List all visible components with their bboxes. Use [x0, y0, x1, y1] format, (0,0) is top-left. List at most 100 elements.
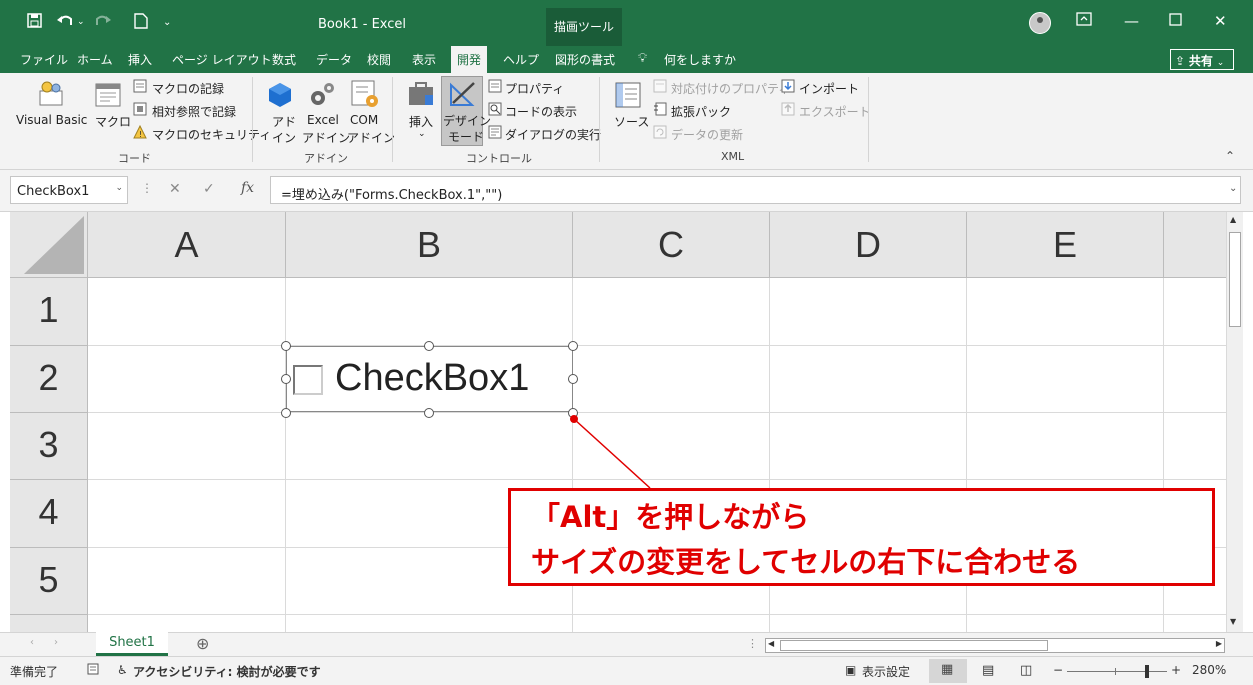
- row-header-5[interactable]: 5: [10, 548, 88, 615]
- new-file-icon[interactable]: [134, 13, 148, 33]
- expansion-packs-button[interactable]: 拡張パック: [671, 103, 731, 120]
- tab-review[interactable]: 校閲: [367, 46, 391, 73]
- insert-control-icon[interactable]: [407, 81, 435, 109]
- undo-dropdown-icon[interactable]: ⌄: [77, 17, 85, 27]
- vertical-scroll-thumb[interactable]: [1229, 232, 1241, 327]
- accessibility-status[interactable]: アクセシビリティ: 検討が必要です: [133, 663, 321, 680]
- tab-developer[interactable]: 開発: [451, 46, 488, 73]
- resize-handle-left[interactable]: [281, 374, 291, 384]
- row-header-1[interactable]: 1: [10, 278, 88, 346]
- tab-home[interactable]: ホーム: [77, 46, 113, 73]
- insert-control-button[interactable]: 挿入: [409, 113, 433, 130]
- tell-me-search[interactable]: 何をしますか: [664, 46, 736, 73]
- macro-record-icon[interactable]: [87, 663, 99, 678]
- scroll-up-icon[interactable]: ▲: [1230, 215, 1236, 224]
- cancel-icon[interactable]: ✕: [169, 181, 181, 197]
- import-button[interactable]: インポート: [799, 80, 859, 97]
- zoom-out-icon[interactable]: −: [1053, 663, 1063, 677]
- maximize-icon[interactable]: [1169, 12, 1182, 30]
- record-macro-button[interactable]: マクロの記録: [152, 80, 224, 97]
- sheet-tab-sheet1[interactable]: Sheet1: [96, 632, 168, 656]
- row-header-6[interactable]: [10, 615, 88, 632]
- zoom-slider-thumb[interactable]: [1145, 665, 1149, 678]
- row-header-2[interactable]: 2: [10, 346, 88, 413]
- zoom-level[interactable]: 280%: [1192, 663, 1226, 677]
- page-layout-view-icon[interactable]: ▤: [982, 663, 994, 678]
- account-icon[interactable]: [1029, 12, 1051, 34]
- vertical-scrollbar[interactable]: ▲ ▼: [1226, 212, 1243, 632]
- resize-handle-bottom-right[interactable]: [568, 408, 578, 418]
- scroll-down-icon[interactable]: ▼: [1230, 617, 1236, 626]
- tab-insert[interactable]: 挿入: [128, 46, 152, 73]
- expand-formula-bar-icon[interactable]: ⌄: [1229, 183, 1237, 194]
- select-all-button[interactable]: [10, 212, 88, 278]
- zoom-slider[interactable]: [1067, 665, 1167, 678]
- run-dialog-button[interactable]: ダイアログの実行: [505, 126, 601, 143]
- display-settings-button[interactable]: 表示設定: [862, 663, 910, 680]
- xml-source-icon[interactable]: [614, 81, 642, 109]
- map-properties-button[interactable]: 対応付けのプロパティ: [671, 80, 790, 97]
- add-sheet-icon[interactable]: ⊕: [196, 634, 209, 653]
- resize-handle-top[interactable]: [424, 341, 434, 351]
- page-break-view-icon[interactable]: ◫: [1020, 663, 1032, 678]
- zoom-in-icon[interactable]: +: [1171, 663, 1181, 677]
- prev-sheet-icon[interactable]: ‹: [30, 637, 34, 648]
- normal-view-button[interactable]: ▦: [929, 659, 967, 683]
- visual-basic-button[interactable]: Visual Basic: [16, 113, 87, 127]
- enter-icon[interactable]: ✓: [203, 181, 215, 197]
- redo-icon[interactable]: [94, 13, 112, 32]
- properties-button[interactable]: プロパティ: [505, 80, 564, 97]
- checkbox-control[interactable]: CheckBox1: [286, 346, 573, 412]
- next-sheet-icon[interactable]: ›: [54, 637, 58, 648]
- resize-handle-bottom[interactable]: [424, 408, 434, 418]
- horizontal-scroll-thumb[interactable]: [780, 640, 1048, 651]
- addin-label-1[interactable]: アド: [272, 113, 296, 130]
- row-header-4[interactable]: 4: [10, 480, 88, 548]
- name-box[interactable]: CheckBox1 ⌄: [10, 176, 128, 204]
- undo-icon[interactable]: [56, 13, 74, 32]
- refresh-data-button[interactable]: データの更新: [671, 126, 743, 143]
- column-header-d[interactable]: D: [770, 212, 967, 278]
- collapse-ribbon-icon[interactable]: ⌃: [1225, 149, 1235, 163]
- addin-icon[interactable]: [266, 81, 294, 109]
- relative-reference-button[interactable]: 相対参照で記録: [152, 103, 236, 120]
- resize-handle-top-left[interactable]: [281, 341, 291, 351]
- save-icon[interactable]: [27, 13, 42, 32]
- macro-icon[interactable]: [94, 81, 122, 109]
- com-addin-label-2[interactable]: アドイン: [347, 129, 395, 146]
- chevron-down-icon[interactable]: ⌄: [115, 183, 123, 193]
- com-addin-icon[interactable]: [350, 79, 378, 107]
- horizontal-scrollbar[interactable]: ◀ ▶: [765, 638, 1225, 653]
- excel-addin-label-1[interactable]: Excel: [307, 113, 339, 127]
- tab-help[interactable]: ヘルプ: [503, 46, 539, 73]
- tab-page-layout[interactable]: ページ レイアウト: [172, 46, 272, 73]
- tab-file[interactable]: ファイル: [20, 46, 68, 73]
- resize-handle-top-right[interactable]: [568, 341, 578, 351]
- column-header-f[interactable]: [1164, 212, 1226, 278]
- tab-view[interactable]: 表示: [412, 46, 436, 73]
- resize-handle-bottom-left[interactable]: [281, 408, 291, 418]
- excel-addin-gear-icon[interactable]: [307, 79, 335, 107]
- column-header-b[interactable]: B: [286, 212, 573, 278]
- row-header-3[interactable]: 3: [10, 413, 88, 480]
- excel-addin-label-2[interactable]: アドイン: [302, 129, 350, 146]
- tab-shape-format[interactable]: 図形の書式: [555, 46, 615, 73]
- chevron-down-icon[interactable]: ⌄: [418, 129, 426, 139]
- scroll-right-icon[interactable]: ▶: [1216, 639, 1222, 648]
- view-code-button[interactable]: コードの表示: [505, 103, 577, 120]
- share-button[interactable]: ⇪ 共有 ⌄: [1170, 49, 1234, 70]
- scroll-left-icon[interactable]: ◀: [768, 639, 774, 648]
- macro-button[interactable]: マクロ: [95, 113, 131, 130]
- customize-qat-icon[interactable]: ⌄: [163, 17, 171, 28]
- checkbox-square[interactable]: [293, 365, 323, 395]
- column-header-a[interactable]: A: [88, 212, 286, 278]
- addin-label-2[interactable]: イン: [272, 129, 296, 146]
- resize-handle-right[interactable]: [568, 374, 578, 384]
- tab-formulas[interactable]: 数式: [272, 46, 296, 73]
- splitter-icon[interactable]: ⋮: [747, 637, 758, 650]
- xml-source-button[interactable]: ソース: [614, 113, 649, 130]
- formula-input[interactable]: =埋め込み("Forms.CheckBox.1",""): [270, 176, 1241, 204]
- design-mode-button[interactable]: デザイン モード: [441, 76, 491, 146]
- macro-security-button[interactable]: マクロのセキュリティ: [152, 126, 271, 143]
- close-icon[interactable]: ✕: [1214, 12, 1227, 30]
